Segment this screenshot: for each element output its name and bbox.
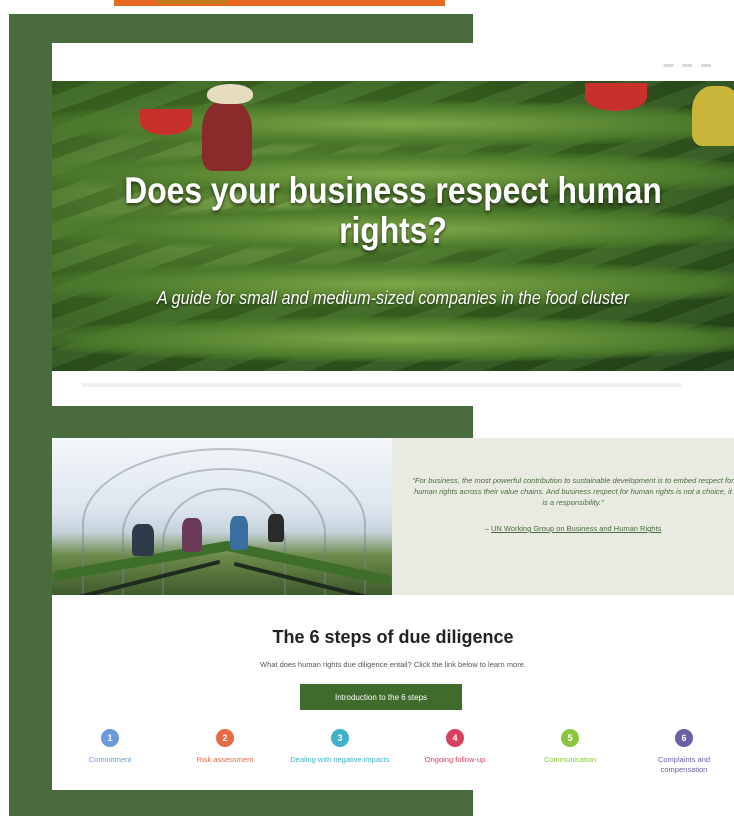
- worker-hat: [207, 84, 253, 104]
- quote-source-link[interactable]: UN Working Group on Business and Human R…: [491, 524, 661, 533]
- accent-strip: [158, 0, 228, 4]
- intro-to-steps-button[interactable]: Introduction to the 6 steps: [300, 684, 462, 710]
- tea-row: [52, 316, 734, 362]
- steps-intro: What does human rights due diligence ent…: [260, 660, 526, 669]
- top-accent-bar: [114, 0, 445, 6]
- step-communication[interactable]: 5 Communication: [520, 729, 620, 765]
- nav-placeholder: ▬ ▬ ▬: [663, 59, 714, 70]
- step-label[interactable]: Dealing with negative impacts: [290, 755, 390, 765]
- footer-line: [82, 383, 682, 387]
- step-number-badge: 5: [561, 729, 579, 747]
- greenhouse-tunnel-image: [52, 438, 392, 595]
- step-risk-assessment[interactable]: 2 Risk assessment: [175, 729, 275, 765]
- step-label[interactable]: Risk assessment: [175, 755, 275, 765]
- quote-text: "For business, the most powerful contrib…: [412, 476, 734, 507]
- step-label[interactable]: Complaints and compensation: [634, 755, 734, 775]
- step-commitment[interactable]: 1 Commitment: [60, 729, 160, 765]
- step-number-badge: 3: [331, 729, 349, 747]
- step-label[interactable]: Commitment: [60, 755, 160, 765]
- steps-card: "For business, the most powerful contrib…: [52, 438, 734, 790]
- step-number-badge: 6: [675, 729, 693, 747]
- step-ongoing-follow-up[interactable]: 4 Ongoing follow-up: [405, 729, 505, 765]
- steps-heading: The 6 steps of due diligence: [272, 627, 514, 647]
- step-number-badge: 2: [216, 729, 234, 747]
- worker-figure: [132, 524, 154, 556]
- hero-nav-bar: ▬ ▬ ▬: [52, 43, 734, 81]
- hero-footer: [52, 371, 734, 406]
- quote-panel: "For business, the most powerful contrib…: [392, 438, 734, 595]
- step-dealing-with-impacts[interactable]: 3 Dealing with negative impacts: [290, 729, 390, 765]
- hero-subtitle: A guide for small and medium-sized compa…: [156, 288, 630, 308]
- step-label[interactable]: Ongoing follow-up: [405, 755, 505, 765]
- step-label[interactable]: Communication: [520, 755, 620, 765]
- worker-figure: [202, 101, 252, 171]
- worker-figure: [230, 516, 248, 550]
- step-number-badge: 4: [446, 729, 464, 747]
- worker-figure: [692, 86, 734, 146]
- red-basket: [140, 109, 192, 135]
- hero-title: Does your business respect human rights?: [124, 170, 662, 251]
- step-number-badge: 1: [101, 729, 119, 747]
- tea-field-image: Does your business respect human rights?…: [52, 81, 734, 371]
- step-complaints-compensation[interactable]: 6 Complaints and compensation: [634, 729, 734, 775]
- red-basket: [585, 83, 647, 111]
- hero-card: ▬ ▬ ▬ Does your business respect human r…: [52, 43, 734, 406]
- quote-source: – UN Working Group on Business and Human…: [412, 524, 734, 533]
- worker-figure: [182, 518, 202, 552]
- worker-figure: [268, 514, 284, 542]
